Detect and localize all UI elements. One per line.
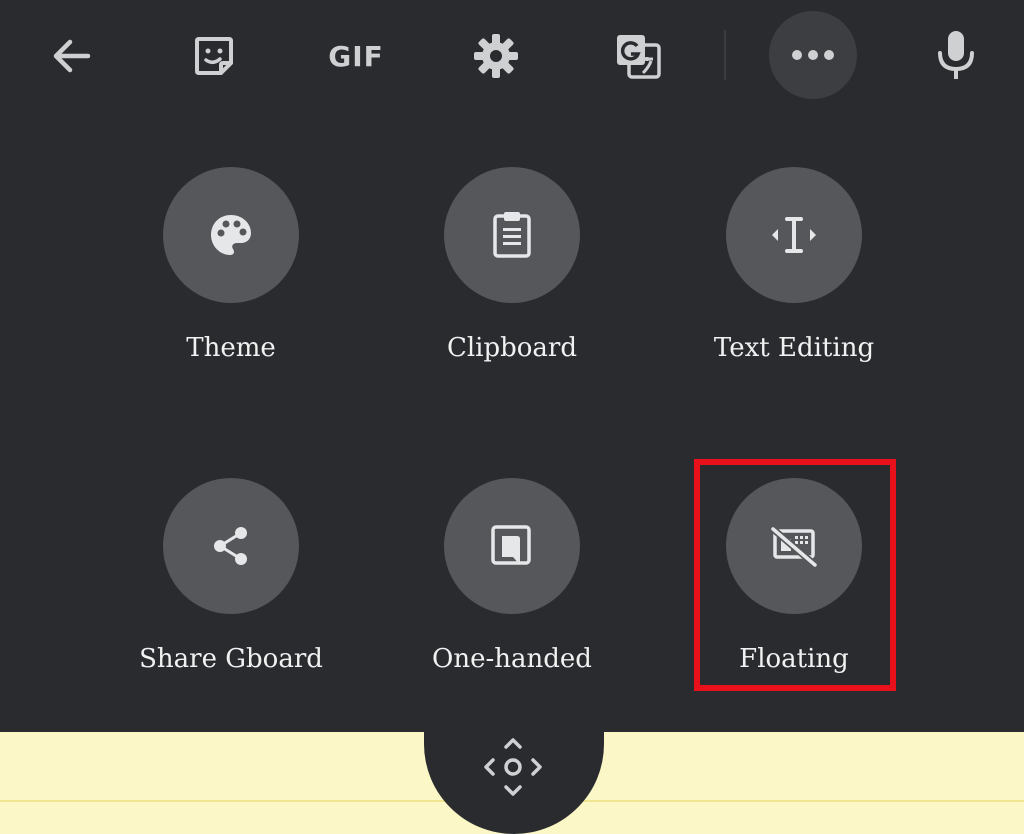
gif-label: GIF	[328, 39, 384, 73]
text-editing-label: Text Editing	[713, 333, 875, 363]
clipboard-label: Clipboard	[446, 333, 578, 363]
move-arrows-icon	[484, 738, 542, 796]
keyboard-toolbar: GIF	[0, 0, 1024, 110]
move-handle[interactable]	[478, 732, 548, 802]
microphone-icon	[938, 31, 974, 79]
sticker-button[interactable]	[182, 24, 246, 88]
clipboard-tile[interactable]: Clipboard	[412, 167, 612, 363]
voice-input-button[interactable]	[924, 24, 988, 88]
one-handed-tile[interactable]: One-handed	[412, 478, 612, 674]
back-button[interactable]	[40, 24, 104, 88]
theme-tile[interactable]: Theme	[131, 167, 331, 363]
text-cursor-icon	[772, 217, 816, 253]
sticker-icon	[195, 37, 233, 75]
text-editing-button[interactable]	[726, 167, 862, 303]
floating-highlight-box	[694, 459, 896, 691]
share-gboard-button[interactable]	[163, 478, 299, 614]
more-button[interactable]	[769, 11, 857, 99]
one-handed-label: One-handed	[432, 644, 592, 674]
clipboard-button[interactable]	[444, 167, 580, 303]
more-horizontal-icon	[792, 50, 834, 60]
clipboard-icon	[493, 212, 531, 258]
palette-icon	[211, 215, 251, 255]
one-handed-button[interactable]	[444, 478, 580, 614]
translate-icon	[617, 35, 661, 79]
text-editing-tile[interactable]: Text Editing	[694, 167, 894, 363]
theme-button[interactable]	[163, 167, 299, 303]
settings-button[interactable]	[464, 24, 528, 88]
toolbar-divider	[724, 30, 726, 80]
theme-label: Theme	[186, 333, 276, 363]
share-gboard-label: Share Gboard	[139, 644, 323, 674]
gear-icon	[474, 34, 518, 78]
one-handed-icon	[491, 525, 531, 565]
share-icon	[214, 527, 247, 565]
translate-button[interactable]	[606, 24, 670, 88]
share-gboard-tile[interactable]: Share Gboard	[131, 478, 331, 674]
arrow-left-icon	[53, 39, 91, 73]
gif-button[interactable]: GIF	[316, 24, 396, 88]
